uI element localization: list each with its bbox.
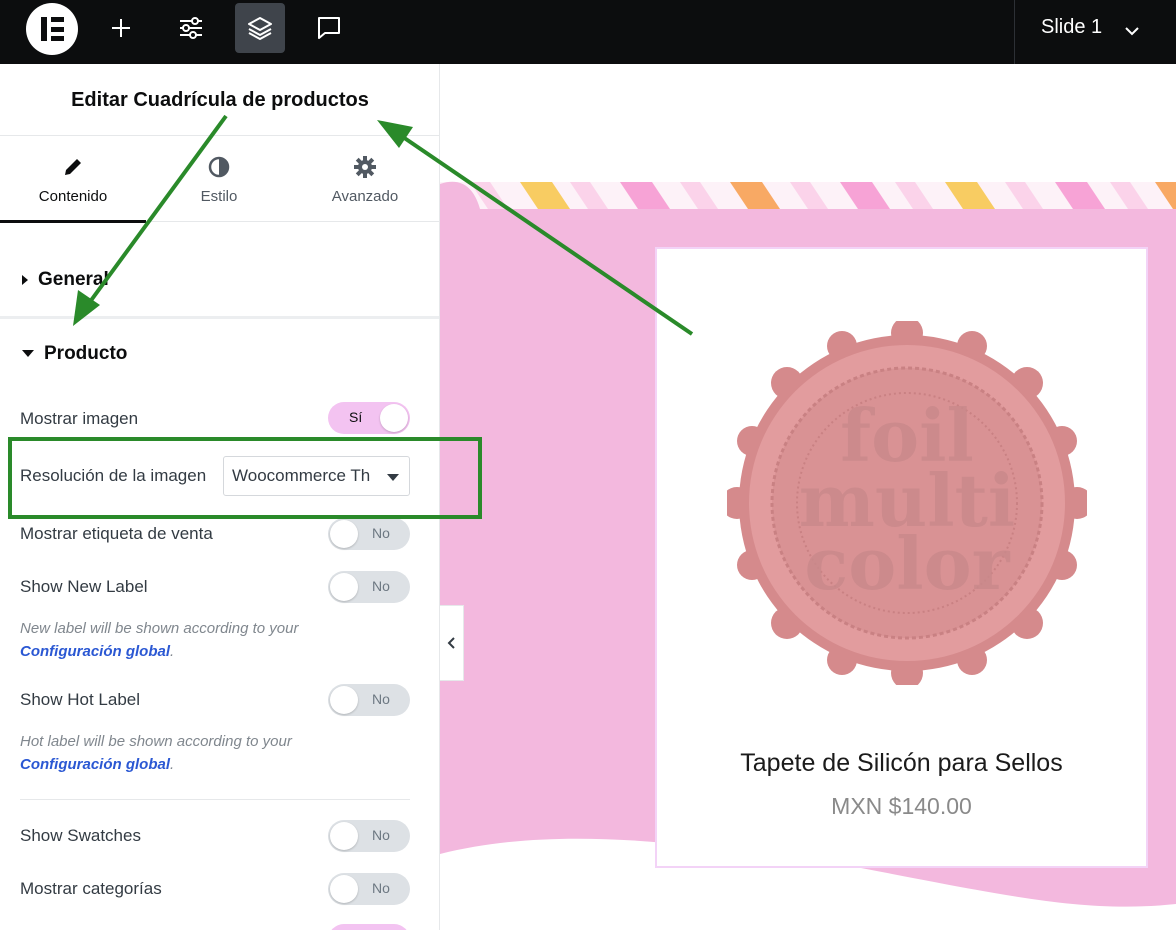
next-toggle-partial[interactable] [328, 924, 410, 930]
swatches-label: Show Swatches [20, 826, 141, 845]
note-text: Hot label will be shown according to you… [20, 733, 292, 750]
add-element-button[interactable] [96, 3, 146, 53]
toggle-knob [330, 822, 358, 850]
toggle-state: No [372, 525, 390, 541]
product-card[interactable]: foil multi color Tapete de Silicón para … [655, 247, 1148, 868]
site-settings-button[interactable] [166, 3, 216, 53]
annotation-highlight-box [8, 437, 482, 519]
toggle-knob [380, 404, 408, 432]
new-label-toggle[interactable]: No [328, 571, 410, 603]
tab-estilo[interactable]: Estilo [146, 136, 292, 222]
separator [20, 799, 410, 800]
comment-icon [318, 17, 340, 39]
tab-estilo-label: Estilo [200, 188, 238, 205]
elementor-logo-icon[interactable] [26, 3, 78, 55]
image-text-color: color [804, 521, 1010, 606]
hot-label-toggle[interactable]: No [328, 684, 410, 716]
caret-right-icon [22, 274, 28, 285]
toggle-state: No [372, 691, 390, 707]
toggle-state: No [372, 578, 390, 594]
structure-button[interactable] [235, 3, 285, 53]
note-text: New label will be shown according to you… [20, 620, 299, 637]
panel-tabs: Contenido Estilo Avanzado [0, 136, 439, 223]
tab-avanzado[interactable]: Avanzado [292, 136, 438, 222]
chevron-down-icon [1125, 27, 1139, 36]
mostrar-imagen-label: Mostrar imagen [20, 409, 139, 428]
caret-down-icon [22, 350, 34, 358]
toggle-knob [330, 573, 358, 601]
slide-selector-label: Slide 1 [1041, 16, 1103, 38]
toggle-state: Sí [349, 409, 363, 425]
new-label-label: Show New Label [20, 577, 148, 596]
section-general-label: General [38, 269, 109, 290]
note-suffix: . [170, 756, 175, 773]
collapse-panel-button[interactable] [440, 605, 464, 681]
etiqueta-venta-toggle[interactable]: No [328, 518, 410, 550]
layers-icon [248, 17, 272, 40]
tab-contenido-label: Contenido [38, 188, 108, 205]
section-divider [0, 316, 439, 319]
tab-contenido[interactable]: Contenido [0, 136, 146, 223]
mostrar-imagen-toggle[interactable]: Sí [328, 402, 410, 434]
chevron-left-icon [447, 637, 455, 649]
slide-selector[interactable]: Slide 1 [1014, 0, 1176, 64]
pencil-icon [65, 159, 81, 175]
toggle-knob [330, 686, 358, 714]
global-config-link[interactable]: Configuración global [20, 756, 170, 773]
section-producto-label: Producto [44, 343, 128, 364]
categorias-label: Mostrar categorías [20, 879, 162, 898]
top-toolbar: Slide 1 [0, 0, 1176, 64]
categorias-toggle[interactable]: No [328, 873, 410, 905]
product-title[interactable]: Tapete de Silicón para Sellos [657, 749, 1146, 778]
etiqueta-venta-label: Mostrar etiqueta de venta [20, 524, 213, 543]
swatches-toggle[interactable]: No [328, 820, 410, 852]
half-circle-icon [208, 156, 230, 178]
gear-icon [354, 156, 376, 178]
note-suffix: . [170, 643, 175, 660]
global-config-link[interactable]: Configuración global [20, 643, 170, 660]
product-image[interactable]: foil multi color [727, 321, 1087, 685]
product-price: MXN $140.00 [831, 793, 972, 819]
striped-banner [440, 182, 1176, 209]
toggle-knob [330, 520, 358, 548]
panel-title: Editar Cuadrícula de productos [0, 64, 439, 136]
comments-button[interactable] [304, 3, 354, 53]
hot-label-label: Show Hot Label [20, 690, 141, 709]
plus-icon [112, 19, 130, 37]
new-label-note: New label will be shown according to you… [20, 617, 420, 663]
section-general[interactable]: General [22, 269, 109, 291]
hot-label-note: Hot label will be shown according to you… [20, 730, 420, 776]
toggle-knob [330, 875, 358, 903]
tab-avanzado-label: Avanzado [331, 188, 399, 205]
toggle-state: No [372, 880, 390, 896]
section-producto[interactable]: Producto [22, 343, 127, 365]
sliders-icon [180, 17, 202, 39]
toggle-state: No [372, 827, 390, 843]
